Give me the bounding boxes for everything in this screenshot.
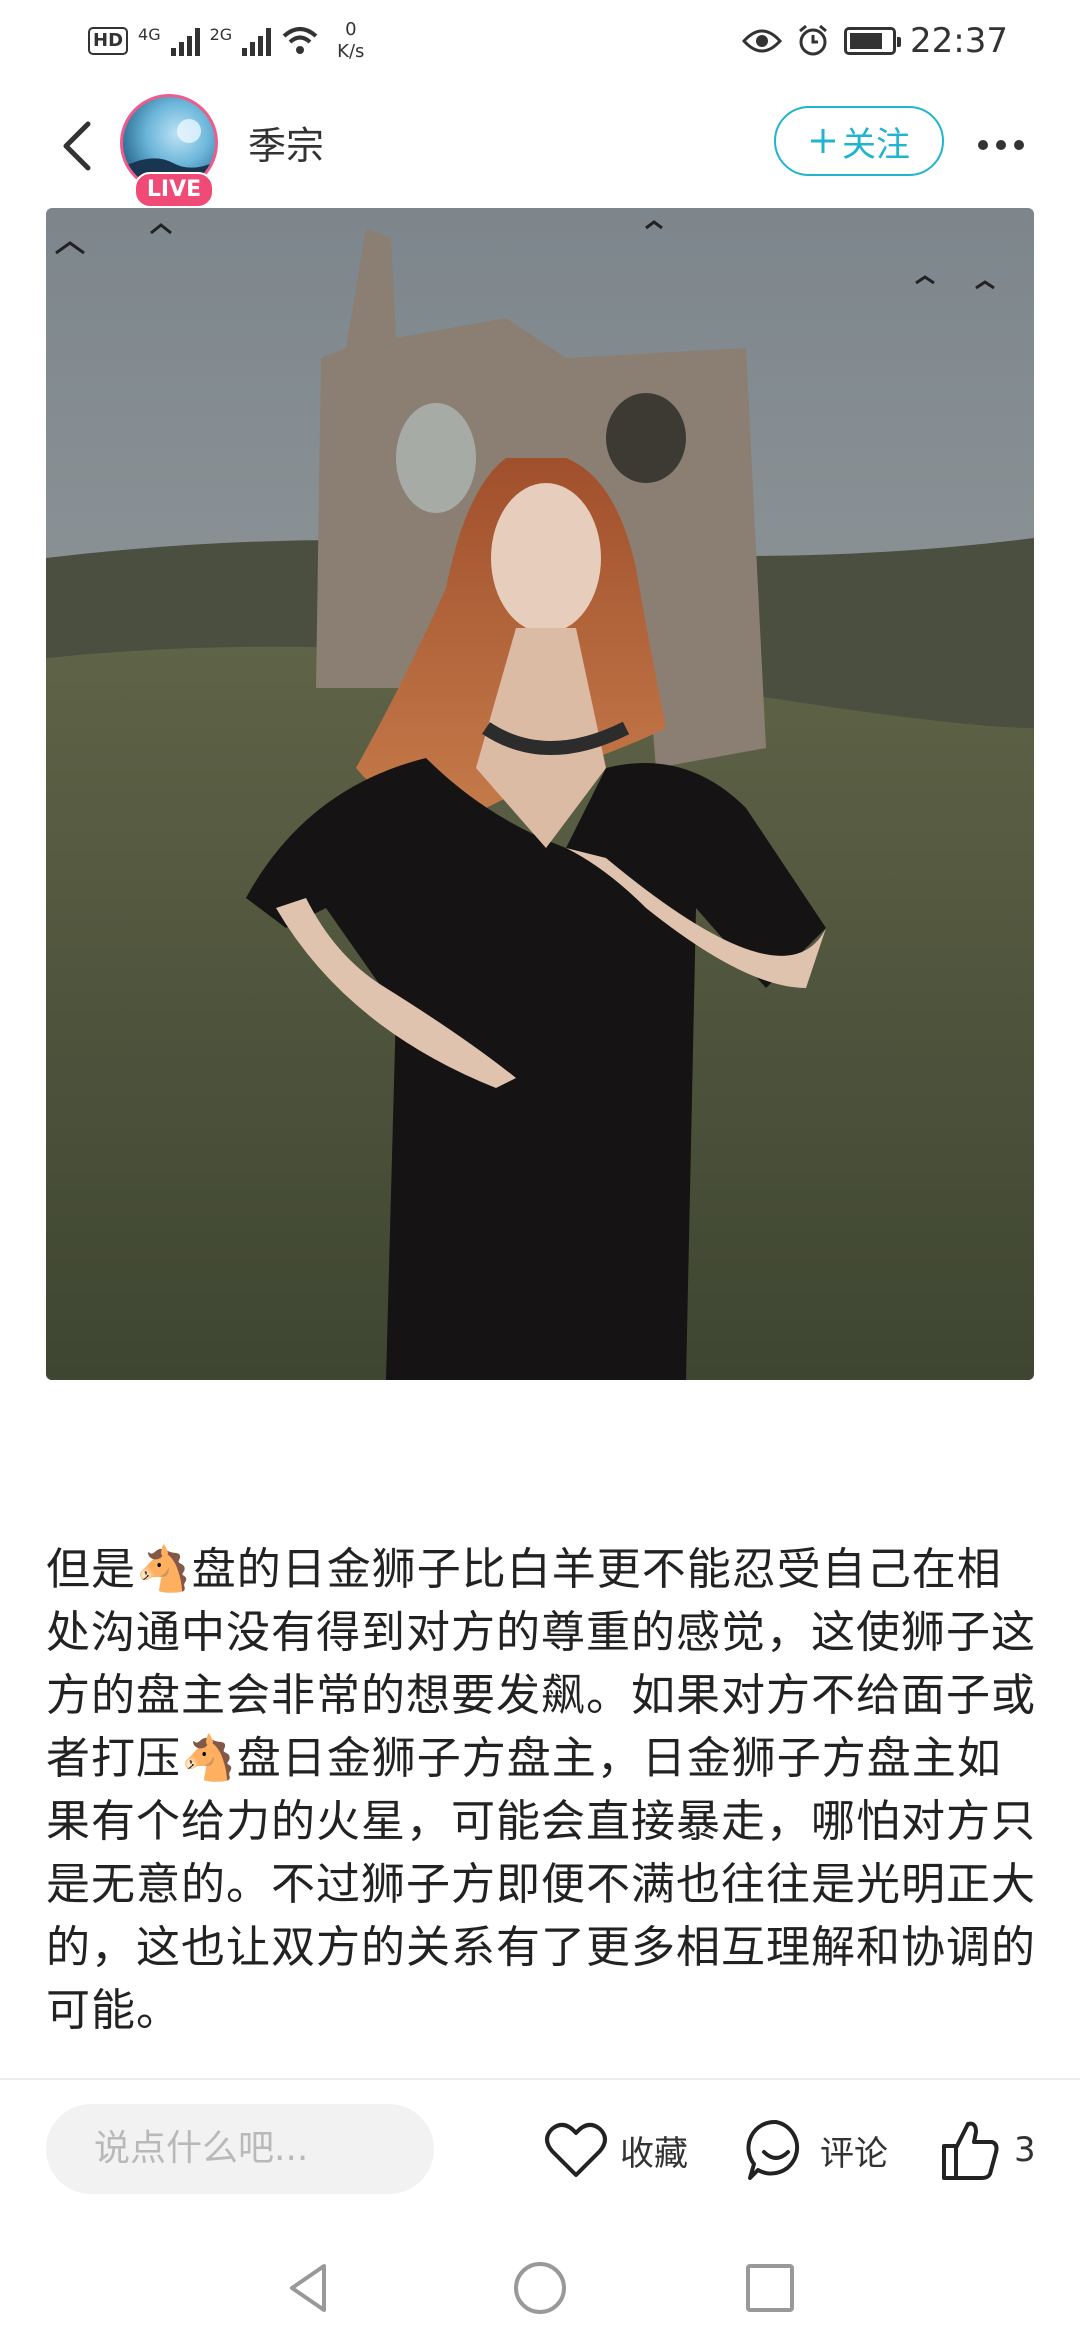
avatar[interactable]: LIVE [120, 94, 224, 208]
back-chevron-icon[interactable] [50, 116, 110, 176]
nav-back-icon[interactable] [284, 2260, 334, 2316]
nav-recents-icon[interactable] [744, 2262, 796, 2314]
comment-button[interactable]: 评论 [744, 2110, 888, 2190]
post-header: LIVE 季宗 关注 [0, 88, 1080, 208]
heart-icon [545, 2122, 607, 2177]
thumbs-up-icon [942, 2121, 999, 2180]
status-right: 22:37 [742, 18, 1008, 64]
post-photo[interactable] [46, 208, 1034, 1380]
action-bar-divider [0, 2078, 1080, 2080]
live-badge: LIVE [134, 172, 214, 208]
like-count: 3 [1014, 2130, 1036, 2170]
eye-icon [742, 29, 783, 53]
follow-label: 关注 [842, 124, 910, 165]
comment-label: 评论 [820, 2133, 888, 2174]
signal-icon-1 [170, 26, 200, 56]
collect-label: 收藏 [620, 2133, 688, 2174]
signal-icon-2 [242, 26, 272, 56]
hd-badge: HD [88, 27, 129, 55]
plus-icon [811, 129, 835, 153]
nav-home-icon[interactable] [512, 2260, 568, 2316]
clock: 22:37 [910, 21, 1008, 61]
status-bar: HD 4G 2G 0 K/s 22:37 [0, 0, 1080, 82]
follow-button[interactable]: 关注 [774, 106, 944, 176]
post-body-text: 但是🐴盘的日金狮子比白羊更不能忍受自己在相处沟通中没有得到对方的尊重的感觉，这使… [46, 1544, 1036, 2036]
speech-bubble-icon [746, 2119, 800, 2180]
username[interactable]: 季宗 [248, 116, 324, 176]
more-dots-icon[interactable] [966, 110, 1036, 180]
alarm-icon [799, 24, 827, 56]
post-photo-illustration [46, 208, 1034, 1380]
system-nav-bar [0, 2240, 1080, 2340]
sim1-label: 4G [138, 24, 161, 44]
comment-input[interactable]: 说点什么吧... [46, 2104, 434, 2194]
battery-icon [844, 27, 902, 55]
net-speed: 0 K/s [337, 19, 365, 62]
like-button[interactable]: 3 [938, 2110, 1036, 2190]
wifi-icon [282, 27, 318, 54]
collect-button[interactable]: 收藏 [544, 2110, 688, 2190]
sim2-label: 2G [209, 24, 233, 44]
status-left: HD 4G 2G 0 K/s [88, 18, 364, 64]
